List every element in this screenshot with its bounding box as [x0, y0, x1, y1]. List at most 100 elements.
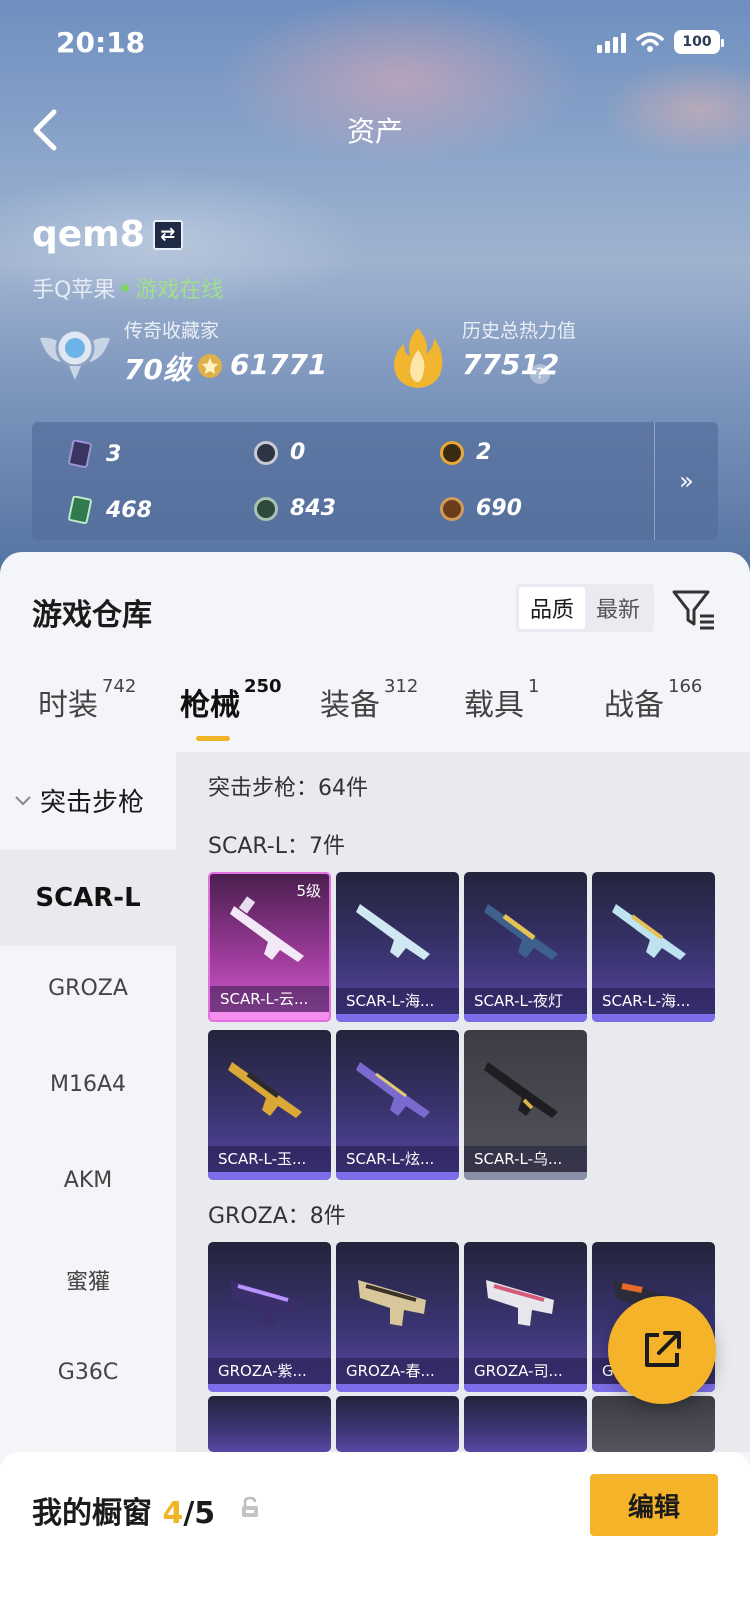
rifle-icon — [356, 904, 430, 960]
weapon-card[interactable]: SCAR-L-夜灯 — [464, 872, 587, 1022]
tab-count: 312 — [384, 676, 419, 697]
weapon-card[interactable]: SCAR-L-玉... — [208, 1030, 331, 1180]
tab-vehicles[interactable]: 载具1 — [464, 676, 539, 724]
stats-expand-button[interactable]: » — [654, 422, 718, 540]
stats-panel[interactable]: 3 0 2 468 843 690 » — [32, 422, 718, 540]
wifi-icon — [636, 32, 664, 52]
tab-weapons[interactable]: 枪械250 — [180, 676, 282, 724]
page-title: 资产 — [346, 115, 403, 148]
cellular-signal-icon — [597, 31, 626, 53]
weapon-card[interactable]: SCAR-L-乌... — [464, 1030, 587, 1180]
lock-icon — [242, 1496, 258, 1517]
rifle-icon — [358, 1280, 426, 1326]
sidebar-category-label: 突击步枪 — [40, 788, 145, 818]
weapon-card[interactable]: GROZA-司... — [464, 1242, 587, 1392]
weapon-name: GROZA-司... — [464, 1358, 587, 1384]
tab-count: 1 — [528, 676, 540, 697]
tab-label: 载具 — [464, 688, 524, 723]
stat-value: 843 — [290, 496, 336, 521]
edit-button[interactable]: 编辑 — [590, 1474, 718, 1536]
sidebar-item-scar-l[interactable]: SCAR-L — [0, 850, 176, 946]
stat-item: 0 — [254, 440, 305, 465]
weapon-card[interactable]: 5级 SCAR-L-云... — [208, 872, 331, 1022]
sidebar-item-honey-badger[interactable]: 蜜獾 — [0, 1264, 176, 1296]
category-count: 突击步枪：64件 — [208, 776, 368, 801]
weapon-card[interactable]: SCAR-L-海... — [592, 872, 715, 1022]
online-status: 手Q苹果 游戏在线 — [32, 272, 223, 304]
weapon-name: SCAR-L-海... — [592, 988, 715, 1014]
rifle-icon — [356, 1062, 430, 1118]
sort-toggle: 品质 最新 — [516, 584, 654, 632]
rank-label: 传奇收藏家 — [124, 320, 220, 342]
sidebar-item-m16a4[interactable]: M16A4 — [0, 1072, 176, 1097]
stat-item: 843 — [254, 496, 336, 521]
weapon-name: SCAR-L-夜灯 — [464, 988, 587, 1014]
weapon-card[interactable] — [208, 1396, 331, 1452]
stat-item: 468 — [68, 496, 152, 524]
coin-icon — [254, 440, 278, 465]
online-status-text: 游戏在线 — [135, 278, 224, 303]
stat-value: 0 — [290, 440, 306, 465]
tab-label: 枪械 — [180, 688, 240, 723]
showcase-label: 我的橱窗 — [32, 1496, 152, 1531]
status-time: 20:18 — [56, 26, 146, 59]
rarity-bar — [208, 1172, 331, 1180]
username: qem8 — [32, 214, 145, 255]
weapon-name: GROZA-紫... — [208, 1358, 331, 1384]
rarity-bar — [464, 1384, 587, 1392]
sidebar-category[interactable]: 突击步枪 — [14, 782, 144, 819]
tab-count: 250 — [244, 676, 282, 697]
showcase-title: 我的橱窗 4/5 — [32, 1488, 215, 1532]
stat-item: 3 — [68, 440, 121, 468]
sort-latest-button[interactable]: 最新 — [585, 587, 651, 629]
rarity-bar — [336, 1172, 459, 1180]
weapon-card[interactable]: GROZA-春... — [336, 1242, 459, 1392]
tab-label: 装备 — [320, 688, 380, 723]
rarity-bar — [464, 1014, 587, 1022]
online-dot-icon — [121, 284, 130, 292]
sidebar-item-akm[interactable]: AKM — [0, 1168, 176, 1193]
switch-account-icon[interactable]: ⇄ — [152, 219, 183, 250]
tab-equipment[interactable]: 装备312 — [320, 676, 418, 724]
weapon-card[interactable] — [592, 1396, 715, 1452]
rank-badge-icon — [40, 328, 110, 380]
flame-icon — [394, 328, 443, 388]
category-tabs: 时装742 枪械250 装备312 载具1 战备166 — [0, 676, 750, 744]
rarity-bar — [336, 1014, 459, 1022]
stat-value: 690 — [476, 496, 522, 521]
rarity-bar — [464, 1172, 587, 1180]
rifle-icon — [612, 904, 686, 960]
filter-button[interactable] — [670, 586, 716, 632]
divider — [182, 352, 184, 380]
tab-fashion[interactable]: 时装742 — [38, 676, 136, 724]
weapon-card[interactable]: SCAR-L-炫... — [336, 1030, 459, 1180]
stat-value: 2 — [476, 440, 492, 465]
weapon-card[interactable] — [464, 1396, 587, 1452]
weapon-card[interactable]: GROZA-紫... — [208, 1242, 331, 1392]
weapon-card[interactable]: SCAR-L-海... — [336, 872, 459, 1022]
rifle-icon — [486, 1280, 554, 1326]
external-link-icon — [645, 1331, 681, 1367]
tab-count: 166 — [668, 676, 703, 697]
warehouse-title: 游戏仓库 — [32, 598, 152, 633]
rifle-icon — [228, 1062, 302, 1118]
rarity-bar — [592, 1014, 715, 1022]
help-icon[interactable]: ? — [530, 364, 550, 384]
rank-score: 61771 — [230, 348, 328, 381]
stat-item: 2 — [440, 440, 491, 465]
showcase-count: 4 — [162, 1496, 184, 1531]
sort-quality-button[interactable]: 品质 — [519, 587, 585, 629]
weapon-name: SCAR-L-乌... — [464, 1146, 587, 1172]
sidebar-item-groza[interactable]: GROZA — [0, 976, 176, 1001]
card-icon — [68, 440, 92, 468]
share-button[interactable] — [608, 1296, 716, 1404]
rarity-bar — [336, 1384, 459, 1392]
tab-label: 战备 — [604, 688, 664, 723]
weapon-card[interactable] — [336, 1396, 459, 1452]
tab-supplies[interactable]: 战备166 — [604, 676, 702, 724]
heat-label: 历史总热力值 — [462, 320, 577, 342]
active-tab-indicator — [196, 736, 230, 741]
stat-item: 690 — [440, 496, 522, 521]
bronze-coin-icon — [440, 496, 464, 521]
sidebar-item-g36c[interactable]: G36C — [0, 1360, 176, 1385]
